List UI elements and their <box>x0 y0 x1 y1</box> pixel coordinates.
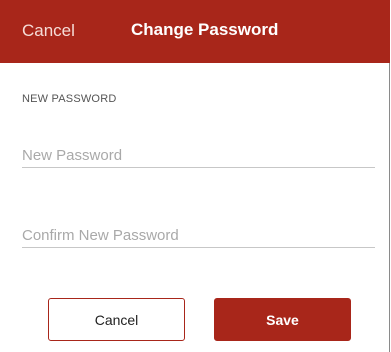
save-button[interactable]: Save <box>214 298 351 341</box>
navigation-bar: Cancel Change Password <box>0 0 390 63</box>
new-password-input[interactable] <box>22 146 375 168</box>
nav-cancel-button[interactable]: Cancel <box>22 21 75 41</box>
page-title: Change Password <box>131 20 279 39</box>
confirm-password-input[interactable] <box>22 226 375 248</box>
change-password-screen: Cancel Change Password NEW PASSWORD Canc… <box>0 0 390 352</box>
section-label-new-password: NEW PASSWORD <box>22 93 117 105</box>
cancel-button[interactable]: Cancel <box>48 298 185 341</box>
